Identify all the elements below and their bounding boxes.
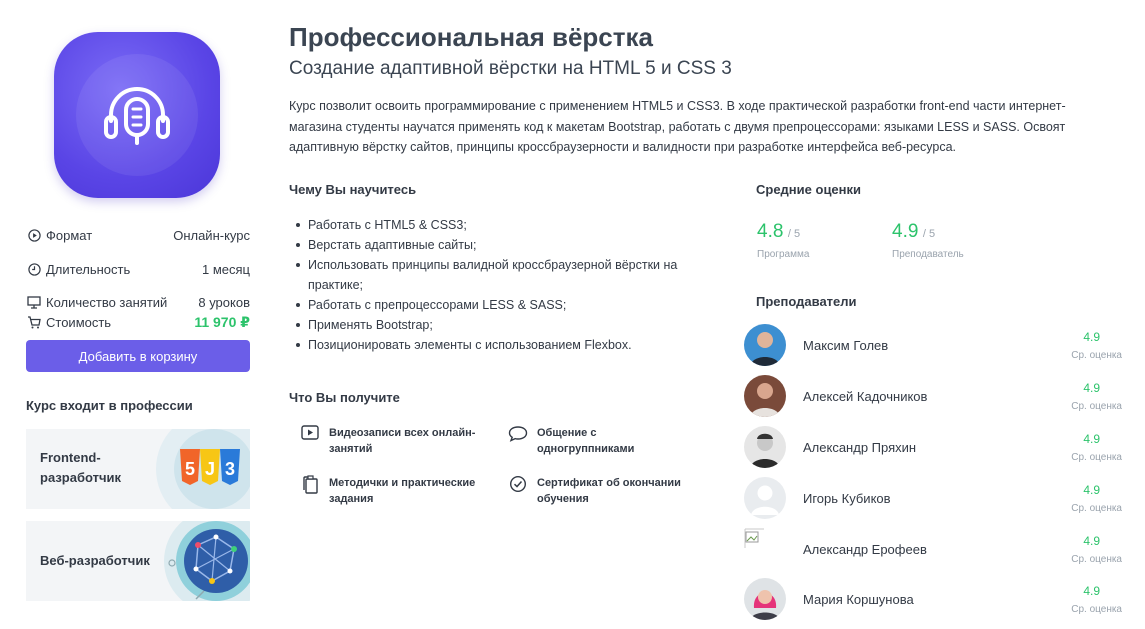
teacher-rating: 4.9	[1083, 533, 1100, 548]
teacher-row[interactable]: Игорь Кубиков 4.9 Ср. оценка	[744, 476, 1122, 520]
list-item: Верстать адаптивные сайты;	[294, 235, 704, 255]
price-value: 11 970 ₽	[194, 313, 250, 330]
add-to-cart-button[interactable]: Добавить в корзину	[26, 340, 250, 372]
headphones-microphone-icon	[104, 87, 170, 145]
profession-name-line1: Frontend-	[40, 450, 101, 465]
lessons-value: 8 уроков	[198, 294, 250, 310]
ratings-heading: Средние оценки	[756, 182, 862, 197]
profession-name-line2: разработчик	[40, 470, 122, 485]
get-item-materials: Методички и практические задания	[300, 475, 475, 507]
info-duration: Длительность 1 месяц	[26, 260, 250, 278]
teacher-rating: 4.9	[1083, 431, 1100, 446]
teacher-rating: 4.9	[1083, 329, 1100, 344]
duration-value: 1 месяц	[202, 261, 250, 277]
get-item-line2: обучения	[537, 493, 589, 505]
teacher-rating-caption: Ср. оценка	[1071, 400, 1122, 412]
info-format: Формат Онлайн-курс	[26, 226, 250, 244]
list-item: Применять Bootstrap;	[294, 315, 704, 335]
get-item-certificate: Сертификат об окончании обучения	[508, 475, 681, 507]
teacher-row[interactable]: Александр Ерофеев 4.9 Ср. оценка	[744, 527, 1122, 571]
get-heading: Что Вы получите	[289, 390, 400, 405]
info-lessons: Количество занятий 8 уроков	[26, 293, 250, 311]
profession-name: Веб-разработчик	[40, 553, 150, 568]
avatar	[744, 324, 786, 366]
clock-icon	[26, 261, 42, 277]
get-item-video: Видеозаписи всех онлайн-занятий	[300, 425, 475, 457]
video-play-icon	[300, 425, 320, 445]
teacher-row[interactable]: Мария Коршунова 4.9 Ср. оценка	[744, 577, 1122, 621]
teacher-rating: 4.9	[1083, 380, 1100, 395]
duration-label: Длительность	[46, 261, 131, 277]
get-item-line2: задания	[329, 493, 374, 505]
cart-icon	[26, 314, 42, 330]
avatar	[744, 477, 786, 519]
teacher-row[interactable]: Максим Голев 4.9 Ср. оценка	[744, 323, 1122, 367]
teacher-name: Александр Ерофеев	[803, 541, 927, 557]
list-item: Работать с препроцессорами LESS & SASS;	[294, 295, 704, 315]
list-item: Позиционировать элементы с использование…	[294, 335, 704, 355]
price-label: Стоимость	[46, 314, 112, 330]
get-item-line1: Методички и практические	[329, 477, 476, 489]
teacher-rating-caption: Ср. оценка	[1071, 349, 1122, 361]
documents-icon	[300, 475, 320, 495]
list-item: Использовать принципы валидной кроссбрау…	[294, 255, 704, 295]
get-item-line2: занятий	[329, 443, 373, 455]
teacher-name: Мария Коршунова	[803, 591, 914, 607]
checkmark-circle-icon	[508, 475, 528, 495]
teacher-rating-value: 4.9	[892, 221, 919, 242]
course-subtitle: Создание адаптивной вёрстки на HTML 5 и …	[289, 58, 732, 79]
info-price: Стоимость 11 970 ₽	[26, 313, 250, 331]
teacher-row[interactable]: Алексей Кадочников 4.9 Ср. оценка	[744, 374, 1122, 418]
profession-card-frontend[interactable]: Frontend- разработчик 5 J 3	[26, 429, 250, 509]
svg-text:3: 3	[225, 459, 235, 479]
get-item-line1: Видеозаписи всех онлайн-	[329, 427, 476, 439]
get-item-line2: одногруппниками	[537, 443, 635, 455]
get-item-line1: Сертификат об окончании	[537, 477, 681, 489]
teacher-name: Александр Пряхин	[803, 439, 917, 455]
profession-card-web[interactable]: Веб-разработчик	[26, 521, 250, 601]
learn-list: Работать с HTML5 & CSS3; Верстать адапти…	[294, 215, 704, 355]
play-circle-icon	[26, 227, 42, 243]
svg-text:J: J	[205, 459, 215, 479]
chat-bubble-icon	[508, 425, 528, 445]
teacher-rating-max: / 5	[922, 228, 936, 240]
teacher-rating-caption: Ср. оценка	[1071, 502, 1122, 514]
teacher-rating-caption: Ср. оценка	[1071, 451, 1122, 463]
course-title: Профессиональная вёрстка	[289, 22, 653, 52]
format-label: Формат	[46, 227, 93, 243]
format-value: Онлайн-курс	[173, 227, 250, 243]
course-logo	[54, 32, 220, 198]
avatar	[744, 578, 786, 620]
list-item: Работать с HTML5 & CSS3;	[294, 215, 704, 235]
teacher-name: Игорь Кубиков	[803, 490, 891, 506]
teacher-name: Максим Голев	[803, 337, 889, 353]
course-description: Курс позволит освоить программирование с…	[289, 99, 1066, 154]
get-item-line1: Общение с	[537, 427, 597, 439]
program-rating-caption: Программа	[757, 249, 810, 260]
program-rating: 4.8 / 5 Программа	[757, 221, 809, 260]
teacher-rating: 4.9	[1083, 583, 1100, 598]
teacher-name: Алексей Кадочников	[803, 388, 928, 404]
professions-heading: Курс входит в профессии	[26, 398, 193, 413]
teacher-row[interactable]: Александр Пряхин 4.9 Ср. оценка	[744, 425, 1122, 469]
program-rating-max: / 5	[787, 228, 801, 240]
program-rating-value: 4.8	[757, 221, 784, 242]
teacher-rating-caption: Преподаватель	[892, 249, 964, 260]
teacher-rating: 4.9 / 5 Преподаватель	[892, 221, 964, 260]
avatar-broken-image	[744, 528, 786, 570]
monitor-icon	[26, 294, 42, 310]
teacher-rating-caption: Ср. оценка	[1071, 553, 1122, 565]
globe-network-icon	[164, 521, 250, 601]
teacher-rating: 4.9	[1083, 482, 1100, 497]
svg-text:5: 5	[185, 459, 195, 479]
teachers-heading: Преподаватели	[756, 294, 857, 309]
avatar	[744, 375, 786, 417]
get-item-chat: Общение с одногруппниками	[508, 425, 634, 457]
avatar	[744, 426, 786, 468]
learn-heading: Чему Вы научитесь	[289, 182, 417, 197]
html5-js-css3-icon: 5 J 3	[156, 429, 250, 509]
teacher-rating-caption: Ср. оценка	[1071, 603, 1122, 615]
lessons-label: Количество занятий	[46, 294, 168, 310]
